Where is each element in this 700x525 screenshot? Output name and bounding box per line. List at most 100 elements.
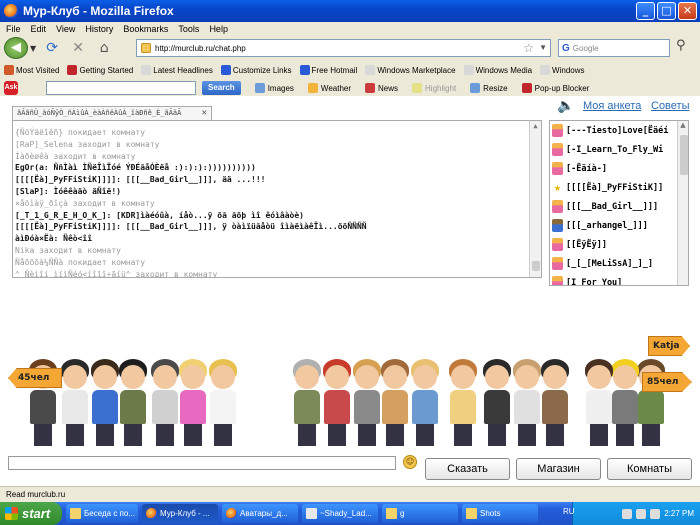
menu-history[interactable]: History bbox=[85, 24, 113, 34]
taskbar-button[interactable]: Аватары_д... bbox=[222, 504, 298, 523]
user-list-scrollbar[interactable]: ▲ bbox=[677, 121, 688, 285]
shop-button[interactable]: Магазин bbox=[516, 458, 601, 480]
user-name-sign[interactable]: Katja bbox=[648, 336, 690, 356]
toolbar-item-icon bbox=[365, 83, 376, 93]
scroll-up-icon[interactable]: ▲ bbox=[678, 121, 688, 133]
taskbar-button[interactable]: Мур-Клуб - ... bbox=[142, 504, 218, 523]
user-list-item[interactable]: [-I_Learn_To_Fly_Wi bbox=[550, 140, 688, 159]
my-profile-link[interactable]: Моя анкета bbox=[583, 100, 641, 112]
avatar[interactable] bbox=[410, 359, 440, 446]
back-button[interactable]: ◀ bbox=[4, 37, 28, 59]
avatar[interactable] bbox=[352, 359, 382, 446]
bookmark-item[interactable]: Windows bbox=[540, 65, 585, 75]
clock[interactable]: 2:27 PM bbox=[664, 509, 694, 518]
bookmark-star-icon[interactable]: ☆ bbox=[523, 41, 534, 55]
bookmark-item[interactable]: Customize Links bbox=[220, 65, 292, 75]
scroll-up-icon[interactable]: ▲ bbox=[530, 121, 541, 133]
bookmark-item[interactable]: Most Visited bbox=[4, 65, 59, 75]
google-icon[interactable]: G bbox=[562, 43, 570, 54]
user-list-item[interactable]: [I_For_You] bbox=[550, 273, 688, 285]
ask-search-button[interactable]: Search bbox=[202, 81, 241, 95]
tray-icon[interactable] bbox=[622, 508, 633, 519]
menu-tools[interactable]: Tools bbox=[178, 24, 199, 34]
minimize-button[interactable]: _ bbox=[636, 2, 655, 20]
user-list-item[interactable]: [_[_[MeLiSsA]_]_] bbox=[550, 254, 688, 273]
avatar[interactable] bbox=[448, 359, 478, 446]
tips-link[interactable]: Советы bbox=[651, 100, 689, 112]
stop-icon[interactable]: ✕ bbox=[68, 39, 88, 57]
taskbar-button[interactable]: Shots bbox=[462, 504, 538, 523]
bookmark-item[interactable]: Windows Marketplace bbox=[365, 65, 456, 75]
url-bar[interactable]: http://murclub.ru/chat.php ☆ ▼ bbox=[136, 39, 551, 57]
avatar[interactable] bbox=[512, 359, 542, 446]
menu-edit[interactable]: Edit bbox=[31, 24, 47, 34]
right-room-count-sign[interactable]: 85чел bbox=[642, 372, 692, 392]
avatar[interactable] bbox=[584, 359, 614, 446]
avatar[interactable] bbox=[150, 359, 180, 446]
maximize-button[interactable]: □ bbox=[657, 2, 676, 20]
taskbar-button[interactable]: ~Shady_Lad... bbox=[302, 504, 378, 523]
avatar[interactable] bbox=[610, 359, 640, 446]
speaker-icon[interactable]: 🔈 bbox=[557, 98, 574, 114]
say-button[interactable]: Сказать bbox=[425, 458, 510, 480]
url-dropdown-icon[interactable]: ▼ bbox=[539, 43, 547, 52]
avatar-face bbox=[515, 365, 539, 389]
user-list-item[interactable]: ★ [[[[Ëà]_PyFFiStiK]] bbox=[550, 178, 688, 197]
avatar[interactable] bbox=[380, 359, 410, 446]
user-list-item[interactable]: [[ËÿËÿ]] bbox=[550, 235, 688, 254]
message-input[interactable] bbox=[8, 456, 396, 470]
menu-help[interactable]: Help bbox=[209, 24, 228, 34]
ask-toolbar-item[interactable]: Highlight bbox=[412, 83, 456, 93]
home-icon[interactable]: ⌂ bbox=[94, 39, 114, 57]
avatar[interactable] bbox=[60, 359, 90, 446]
tray-icon[interactable] bbox=[636, 508, 647, 519]
taskbar-button[interactable]: Беседа с по... bbox=[66, 504, 138, 523]
avatar[interactable] bbox=[90, 359, 120, 446]
close-button[interactable]: ✕ bbox=[678, 2, 697, 20]
language-indicator[interactable]: RU bbox=[563, 507, 575, 516]
url-text[interactable]: http://murclub.ru/chat.php bbox=[155, 44, 246, 53]
avatar[interactable] bbox=[208, 359, 238, 446]
avatar[interactable] bbox=[292, 359, 322, 446]
user-list-item[interactable]: [---Tiesto]Love[Ëäéí bbox=[550, 121, 688, 140]
ask-toolbar-item[interactable]: Resize bbox=[470, 83, 508, 93]
search-icon[interactable]: ⚲ bbox=[676, 38, 686, 53]
user-list-item[interactable]: [[[__Bad_Girl__]]] bbox=[550, 197, 688, 216]
tray-icon[interactable] bbox=[650, 508, 661, 519]
ask-search-input[interactable] bbox=[46, 81, 196, 95]
rooms-button[interactable]: Комнаты bbox=[607, 458, 692, 480]
menu-view[interactable]: View bbox=[56, 24, 75, 34]
ask-toolbar-item[interactable]: News bbox=[365, 83, 398, 93]
avatar[interactable] bbox=[118, 359, 148, 446]
reload-icon[interactable]: ⟳ bbox=[42, 39, 62, 57]
start-button[interactable]: start bbox=[0, 502, 62, 525]
user-list-item[interactable]: [-Ëãíà-] bbox=[550, 159, 688, 178]
bookmark-item[interactable]: Getting Started bbox=[67, 65, 133, 75]
room-tab[interactable]: ãÃãñÜ_àóÑÿÒ_ñÀìûÀ_èàÀñëÀûÀ_ïàÐñê_È_ãÃäÃ … bbox=[12, 106, 212, 120]
ask-toolbar-item[interactable]: Pop-up Blocker bbox=[521, 83, 589, 93]
ask-logo-icon[interactable]: Ask bbox=[4, 81, 18, 95]
taskbar-button[interactable]: g bbox=[382, 504, 458, 523]
left-room-count-sign[interactable]: 45чел bbox=[8, 368, 62, 388]
smiley-icon[interactable]: ☺ bbox=[403, 455, 417, 469]
search-box[interactable]: G Google bbox=[558, 39, 670, 57]
bookmark-item[interactable]: Windows Media bbox=[463, 65, 532, 75]
bookmark-item[interactable]: Free Hotmail bbox=[299, 65, 357, 75]
toolbar-item-icon bbox=[521, 83, 532, 93]
scroll-thumb[interactable] bbox=[532, 261, 540, 271]
ask-toolbar-item[interactable]: Weather bbox=[307, 83, 351, 93]
bookmark-item[interactable]: Latest Headlines bbox=[141, 65, 213, 75]
close-icon[interactable]: ✕ bbox=[202, 107, 207, 120]
avatar[interactable] bbox=[540, 359, 570, 446]
ask-toolbar-item[interactable]: Images bbox=[254, 83, 294, 93]
avatar[interactable] bbox=[482, 359, 512, 446]
avatar[interactable] bbox=[322, 359, 352, 446]
scroll-thumb[interactable] bbox=[680, 135, 688, 175]
user-list-item[interactable]: [[[_arhangel_]]] bbox=[550, 216, 688, 235]
chat-log[interactable]: {ÑöÝäëîêñ} покидает комнату [RaP]_Selena … bbox=[12, 120, 542, 278]
chat-scrollbar[interactable]: ▲ bbox=[529, 121, 541, 277]
avatar[interactable] bbox=[178, 359, 208, 446]
menu-file[interactable]: File bbox=[6, 24, 21, 34]
menu-bookmarks[interactable]: Bookmarks bbox=[123, 24, 168, 34]
history-dropdown-icon[interactable]: ▼ bbox=[30, 44, 36, 53]
